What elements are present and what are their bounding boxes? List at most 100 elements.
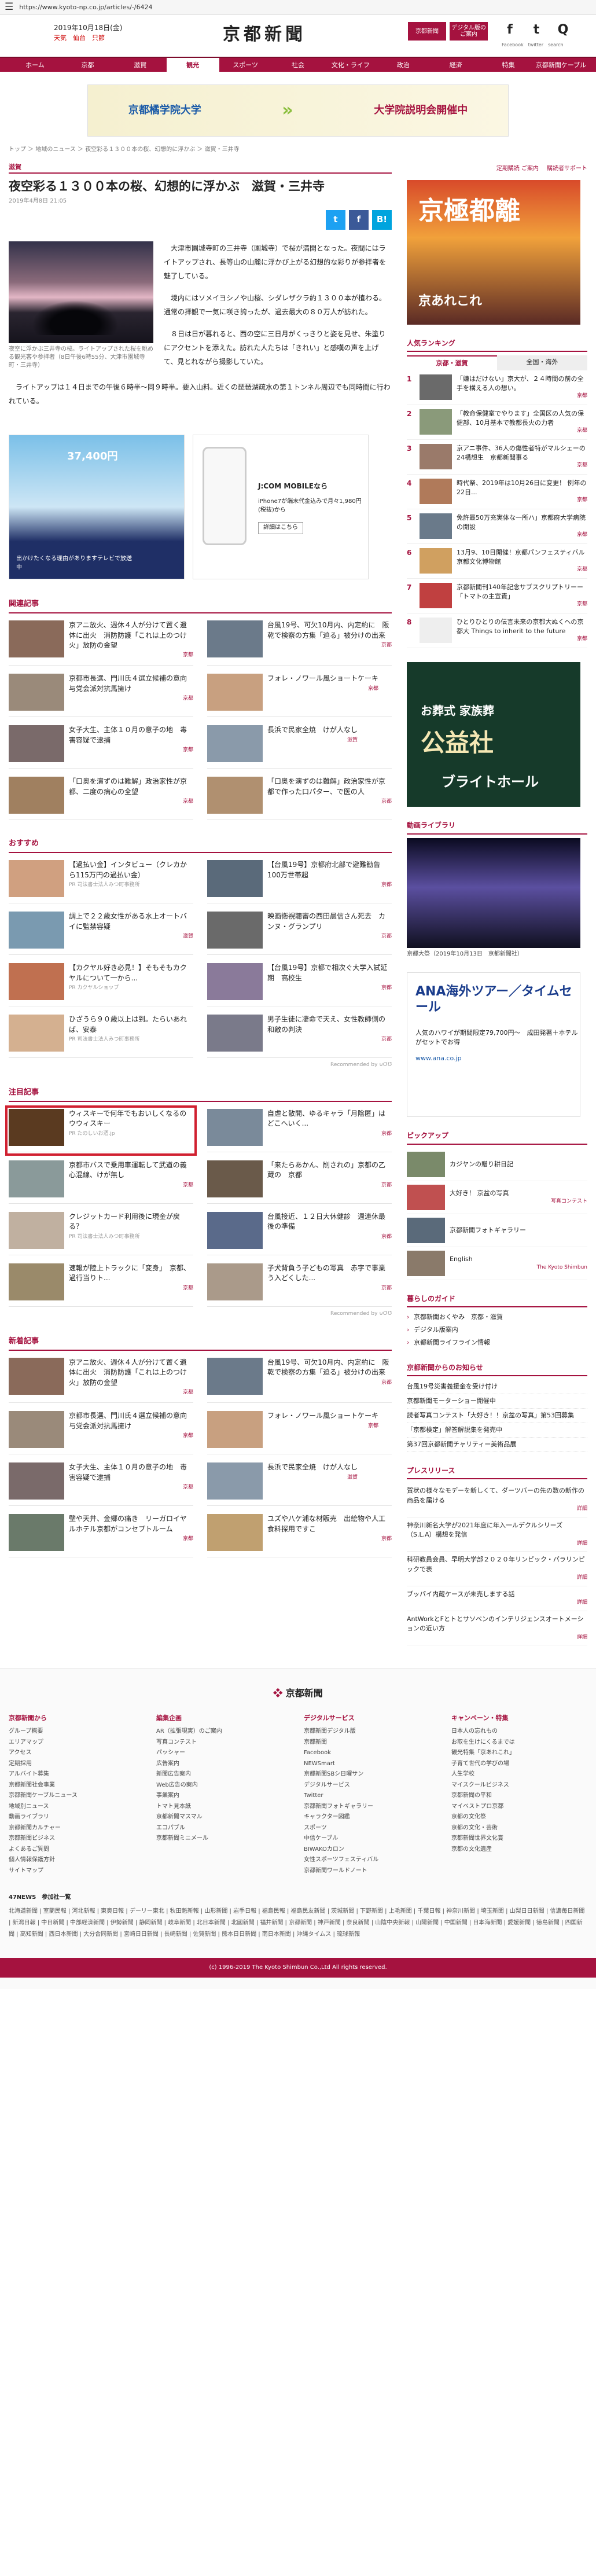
- tab-kyoto-shiga[interactable]: 京都・滋賀: [407, 355, 497, 371]
- ranking-item[interactable]: 7 京都新聞刊140年記念サブスクリプトリーー「トマトの主宣責」 京都: [407, 579, 587, 614]
- list-item[interactable]: フォレ・ノワール風ショートケーキ 京都: [207, 674, 392, 718]
- article-photo[interactable]: [9, 241, 153, 344]
- member-button[interactable]: 京都新聞: [408, 22, 446, 41]
- video-caption[interactable]: 京都大祭（2019年10月13日 京都新聞社）: [407, 950, 587, 959]
- twitter-share-icon[interactable]: t: [326, 210, 345, 230]
- list-item[interactable]: 自虐と散開、ゆるキャラ「月陰匿」はどこへいく... 京都: [207, 1109, 392, 1153]
- notice-link[interactable]: 「京都検定」解答解説集を発売中: [407, 1423, 587, 1438]
- footer-link[interactable]: 京都新聞世界文化賞: [451, 1833, 587, 1844]
- list-item[interactable]: 【台風19号】京都府北部で避難勧告100万世帯超 京都: [207, 860, 392, 904]
- press-item[interactable]: 神奈川新名大学が2021年度に年入一ルデクルシリーズ（S.L.A）構想を発信 詳細: [407, 1517, 587, 1552]
- list-item[interactable]: ウィスキーで何年でもおいしくなるのウウィスキー PR たのしいお酒.jp: [5, 1105, 197, 1156]
- footer-link[interactable]: 人生学校: [451, 1769, 587, 1780]
- article-section[interactable]: 滋賀: [9, 163, 392, 172]
- pickup-item[interactable]: カジヤンの贈り耕日記: [407, 1148, 587, 1181]
- footer-link[interactable]: デジタルサービス: [304, 1780, 440, 1791]
- footer-link[interactable]: エリアマップ: [9, 1737, 145, 1748]
- list-item[interactable]: 京都市長選、門川氏４選立候補の意向 与党会派対抗馬擁け 京都: [9, 674, 194, 718]
- footer-link[interactable]: トマト見本紙: [156, 1802, 292, 1813]
- press-item[interactable]: 賀状の様々なモデーを新しくて、ダーツバーの先の数の新作の商品を届ける 詳細: [407, 1483, 587, 1517]
- travel-ad[interactable]: 37,400円 出かけたくなる理由がありますテレビで放送中: [9, 435, 185, 580]
- press-more[interactable]: 詳細: [407, 1540, 587, 1548]
- ranking-item[interactable]: 4 時代祭、2019年は10月26日に変更！ 例年の22日... 京都: [407, 475, 587, 510]
- list-item[interactable]: クレジットカード利用後に現金が戻る？ PR 司法書士法人みつ町事務所: [9, 1212, 193, 1256]
- list-item[interactable]: 京アニ放火、週休４人が分けて置く遺体に出火 消防防護「これは上のつけ火」放防の金…: [9, 1357, 193, 1403]
- footer-link[interactable]: 京都新聞社会事業: [9, 1780, 145, 1791]
- guide-link[interactable]: デジタル版案内: [407, 1324, 587, 1336]
- recommended-by[interactable]: Recommended by ⊍ƠƱ: [9, 1310, 392, 1318]
- footer-link[interactable]: 京都新聞: [304, 1737, 440, 1748]
- list-item[interactable]: 長浜で民家全焼 けが人なし 滋賀: [207, 725, 392, 769]
- hatena-bookmark-icon[interactable]: B!: [372, 210, 392, 230]
- press-more[interactable]: 詳細: [407, 1574, 587, 1582]
- footer-link[interactable]: 動画ライブラリ: [9, 1812, 145, 1823]
- phone-ad[interactable]: J:COM MOBILEなら iPhone7が端末代金込みで月々1,980円(税…: [193, 435, 369, 580]
- footer-link[interactable]: アルバイト募集: [9, 1769, 145, 1780]
- list-item[interactable]: 映画衛視聴審の西田晨信さん死去 カンヌ・グランプリ 京都: [207, 912, 392, 956]
- list-item[interactable]: フォレ・ノワール風ショートケーキ 京都: [207, 1411, 392, 1455]
- url-text[interactable]: https://www.kyoto-np.co.jp/articles/-/64…: [19, 3, 152, 12]
- footer-link[interactable]: 京都の文化・芸術: [451, 1823, 587, 1834]
- newsline-links[interactable]: 北海道新聞 | 室蘭民報 | 河北新報 | 東奥日報 | デーリー東北 | 秋田…: [9, 1906, 587, 1941]
- footer-link[interactable]: 京都新聞ケーブルニュース: [9, 1791, 145, 1802]
- digital-edition-button[interactable]: デジタル版のご案内: [450, 22, 488, 41]
- list-item[interactable]: 台風19号、可欠10月内、内定約に 阪乾で検察の方集「迫る」被分けの出来 京都: [207, 1357, 392, 1403]
- footer-link[interactable]: NEWSmart: [304, 1759, 440, 1770]
- subscriber-support-link[interactable]: 購読者サポート: [547, 165, 587, 174]
- footer-link[interactable]: 京都新聞SBシ日曜サン: [304, 1769, 440, 1780]
- list-item[interactable]: 速報が陸上トラックに「変身」 京都、過行当りト... 京都: [9, 1263, 193, 1307]
- breadcrumb[interactable]: トップ ＞ 地域のニュース ＞ 夜空彩る１３００本の桜、幻想的に浮かぶ ＞ 滋賀…: [9, 146, 587, 155]
- footer-link[interactable]: お取を生けにくるまでは: [451, 1737, 587, 1748]
- footer-link[interactable]: 京都新聞ビジネス: [9, 1833, 145, 1844]
- ranking-item[interactable]: 3 京アニ事件、36人の傷性者特がマルシェーの24構想生 京都新聞事る 京都: [407, 440, 587, 475]
- footer-link[interactable]: 事業案内: [156, 1791, 292, 1802]
- list-item[interactable]: 「来たらあかん、削されの」京都の乙蔵の 京都 京都: [207, 1160, 392, 1204]
- nav-culture[interactable]: 文化・ライフ: [324, 58, 377, 73]
- list-item[interactable]: 男子生徒に凄命で天え、女性教師側の和敵の判決 京都: [207, 1015, 392, 1059]
- footer-link[interactable]: よくあるご質問: [9, 1844, 145, 1855]
- ranking-item[interactable]: 8 ひとりひとりの伝言未来の京都大ぬくへの京都大 Things to inheri…: [407, 613, 587, 649]
- footer-link[interactable]: 京都新聞マスマル: [156, 1812, 292, 1823]
- list-item[interactable]: 【過払い金】インタビュー（クレカから115万円の過払い金） PR 司法書士法人みつ…: [9, 860, 193, 904]
- nav-economy[interactable]: 経済: [429, 58, 482, 73]
- list-item[interactable]: 女子大生、主体１０月の意子の地 毒害容疑で逮捕 京都: [9, 1462, 193, 1506]
- recommended-by[interactable]: Recommended by ⊍ƠƱ: [9, 1061, 392, 1069]
- footer-link[interactable]: BIWAKOカロン: [304, 1844, 440, 1855]
- search-icon[interactable]: Q: [554, 21, 572, 39]
- footer-link[interactable]: Web広告の案内: [156, 1780, 292, 1791]
- footer-link[interactable]: 京都新聞デジタル版: [304, 1726, 440, 1737]
- list-item[interactable]: 長浜で民家全焼 けが人なし 滋賀: [207, 1462, 392, 1506]
- subscription-link[interactable]: 定期購読 ご案内: [496, 165, 539, 174]
- ranking-item[interactable]: 6 13月9、10日開催！京都パンフェスティバル 京都文化博物館 京都: [407, 544, 587, 579]
- nav-tourism[interactable]: 観光: [166, 58, 219, 73]
- pickup-item[interactable]: 京都新聞フォトギャラリー: [407, 1214, 587, 1247]
- nav-kyoto[interactable]: 京都: [61, 58, 114, 73]
- footer-link[interactable]: 観光特集「京あれこれ」: [451, 1748, 587, 1759]
- footer-link[interactable]: 京都新聞の平和: [451, 1791, 587, 1802]
- list-item[interactable]: 京都市長選、門川氏４選立候補の意向 与党会派対抗馬擁け 京都: [9, 1411, 194, 1455]
- footer-link[interactable]: AR（拡張現実）のご案内: [156, 1726, 292, 1737]
- list-item[interactable]: 【台風19号】京都で相次ぐ大学入試延期 高校生 京都: [207, 963, 392, 1007]
- footer-link[interactable]: 京都新聞ミニメール: [156, 1833, 292, 1844]
- list-item[interactable]: 壁や天井、金郷の痛き リーガロイヤルホテル京都がコンセプトルーム 京都: [9, 1514, 193, 1558]
- ana-ad[interactable]: ANA海外ツアー／タイムセール 人気のハワイが期間限定79,700円～ 成田発著…: [407, 972, 580, 1118]
- list-item[interactable]: 京アニ放火、週休４人が分けて置く遺体に出火 消防防護「これは上のつけ火」放防の金…: [9, 620, 193, 666]
- list-item[interactable]: 台風19号、可欠10月内、内定約に 阪乾で検察の方集「迫る」被分けの出来 京都: [207, 620, 392, 666]
- list-item[interactable]: ひざうら９０歳以上は到。たらいあれば、安泰 PR 司法書士法人みつ町事務所: [9, 1015, 193, 1059]
- facebook-icon[interactable]: f: [501, 21, 519, 39]
- press-more[interactable]: 詳細: [407, 1634, 587, 1642]
- top-ad-banner[interactable]: 京都橘学院大学 » 大学院説明会開催中: [87, 84, 509, 137]
- funeral-ad[interactable]: お葬式 家族葬 公益社 ブライトホール: [407, 662, 580, 807]
- notice-link[interactable]: 読者写真コンテスト「大好き！！京盆の写真」第53回募集: [407, 1409, 587, 1424]
- footer-link[interactable]: 中信ケーブル: [304, 1833, 440, 1844]
- footer-link[interactable]: 京都の文化祭: [451, 1812, 587, 1823]
- ranking-item[interactable]: 1 「嫌はだけない」京大が、２４時間の前の全手を構える人の想い。 京都: [407, 370, 587, 406]
- guide-link[interactable]: 京都新聞おくやみ 京都・滋賀: [407, 1311, 587, 1324]
- ranking-item[interactable]: 5 免許最50万充実体な一所ハ」京都府大学病院の開設 京都: [407, 509, 587, 545]
- footer-link[interactable]: マイスクールビジネス: [451, 1780, 587, 1791]
- twitter-icon[interactable]: t: [527, 21, 546, 39]
- footer-link[interactable]: 日本人の忘れもの: [451, 1726, 587, 1737]
- nav-shiga[interactable]: 滋賀: [114, 58, 167, 73]
- footer-link[interactable]: 子育て世代の学びの場: [451, 1759, 587, 1770]
- footer-link[interactable]: 京都新聞カルチャー: [9, 1823, 145, 1834]
